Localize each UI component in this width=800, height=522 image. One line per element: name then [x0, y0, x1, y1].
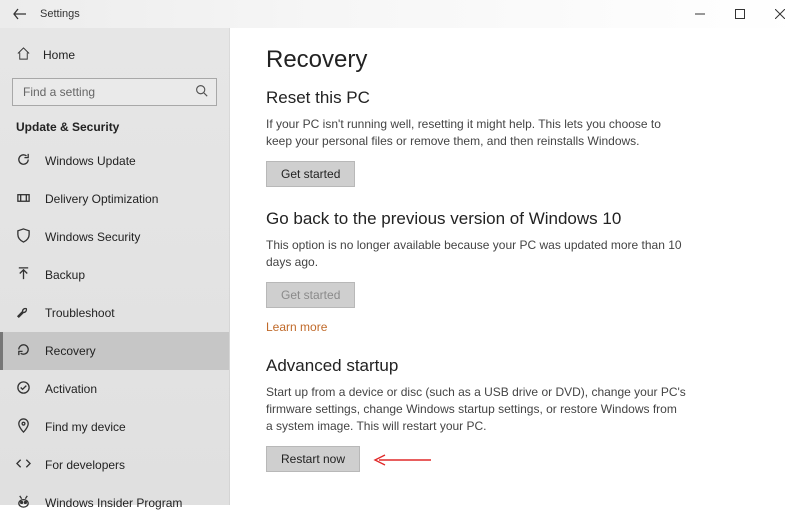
shield-icon — [16, 228, 31, 246]
sidebar-item-windows-update[interactable]: Windows Update — [0, 142, 229, 180]
sidebar-item-windows-security[interactable]: Windows Security — [0, 218, 229, 256]
delivery-icon — [16, 190, 31, 208]
search-icon — [195, 84, 208, 100]
sidebar-item-recovery[interactable]: Recovery — [0, 332, 229, 370]
goback-description: This option is no longer available becau… — [266, 237, 686, 272]
sidebar-item-label: Backup — [45, 268, 85, 282]
goback-get-started-button: Get started — [266, 282, 355, 308]
reset-description: If your PC isn't running well, resetting… — [266, 116, 686, 151]
sidebar-item-label: Windows Security — [45, 230, 140, 244]
titlebar: Settings — [0, 0, 800, 28]
backup-icon — [16, 266, 31, 284]
sidebar-item-troubleshoot[interactable]: Troubleshoot — [0, 294, 229, 332]
goback-heading: Go back to the previous version of Windo… — [266, 209, 764, 229]
sidebar-item-label: Activation — [45, 382, 97, 396]
home-icon — [16, 46, 31, 64]
advanced-section: Advanced startup Start up from a device … — [266, 356, 764, 472]
sidebar-item-label: Recovery — [45, 344, 96, 358]
window-title: Settings — [40, 8, 80, 20]
sidebar-item-label: Find my device — [45, 420, 126, 434]
close-button[interactable] — [760, 0, 800, 28]
home-button[interactable]: Home — [0, 38, 229, 72]
sidebar-item-label: Delivery Optimization — [45, 192, 158, 206]
sidebar-item-for-developers[interactable]: For developers — [0, 446, 229, 484]
sidebar-item-activation[interactable]: Activation — [0, 370, 229, 408]
sidebar-item-find-my-device[interactable]: Find my device — [0, 408, 229, 446]
sidebar-item-delivery-optimization[interactable]: Delivery Optimization — [0, 180, 229, 218]
restart-now-button[interactable]: Restart now — [266, 446, 360, 472]
sidebar-item-label: Troubleshoot — [45, 306, 115, 320]
page-title: Recovery — [266, 46, 764, 74]
main-panel: Recovery Reset this PC If your PC isn't … — [230, 28, 800, 505]
check-circle-icon — [16, 380, 31, 398]
advanced-heading: Advanced startup — [266, 356, 764, 376]
sidebar-item-windows-insider-program[interactable]: Windows Insider Program — [0, 484, 229, 522]
sidebar-item-label: Windows Update — [45, 154, 136, 168]
search-input[interactable] — [21, 84, 195, 100]
code-icon — [16, 456, 31, 474]
maximize-button[interactable] — [720, 0, 760, 28]
insider-icon — [16, 494, 31, 512]
sidebar-item-backup[interactable]: Backup — [0, 256, 229, 294]
learn-more-link[interactable]: Learn more — [266, 320, 327, 334]
sidebar: Home Update & Security Windows Update De… — [0, 28, 230, 505]
category-heading: Update & Security — [0, 116, 229, 142]
sidebar-item-label: For developers — [45, 458, 125, 472]
location-icon — [16, 418, 31, 436]
back-button[interactable] — [0, 7, 40, 21]
home-label: Home — [43, 48, 75, 62]
refresh-icon — [16, 152, 31, 170]
nav-list: Windows Update Delivery Optimization Win… — [0, 142, 229, 522]
goback-section: Go back to the previous version of Windo… — [266, 209, 764, 334]
search-box[interactable] — [12, 78, 217, 106]
recovery-icon — [16, 342, 31, 360]
wrench-icon — [16, 304, 31, 322]
reset-section: Reset this PC If your PC isn't running w… — [266, 88, 764, 187]
reset-heading: Reset this PC — [266, 88, 764, 108]
reset-get-started-button[interactable]: Get started — [266, 161, 355, 187]
minimize-button[interactable] — [680, 0, 720, 28]
advanced-description: Start up from a device or disc (such as … — [266, 384, 686, 436]
sidebar-item-label: Windows Insider Program — [45, 496, 182, 510]
annotation-arrow-icon — [373, 454, 433, 466]
